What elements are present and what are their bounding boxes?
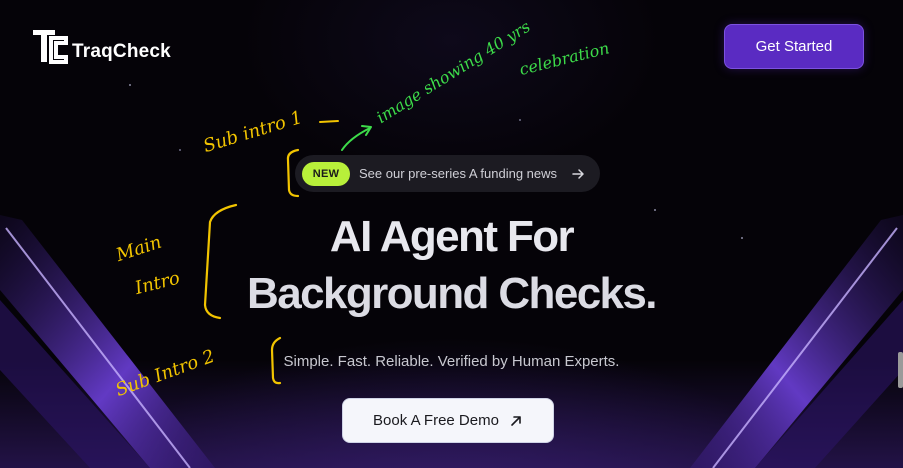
new-badge: NEW (302, 161, 350, 186)
arrow-right-icon (572, 168, 584, 179)
announcement-text: See our pre-series A funding news (359, 166, 558, 181)
brand-name: TraqCheck (72, 41, 171, 62)
traqcheck-logo-icon (33, 30, 68, 64)
book-demo-label: Book A Free Demo (373, 412, 499, 429)
scrollbar-thumb[interactable] (898, 352, 903, 388)
book-demo-button[interactable]: Book A Free Demo (342, 398, 554, 443)
hero-subtitle: Simple. Fast. Reliable. Verified by Huma… (283, 353, 620, 370)
funding-announcement-pill[interactable]: NEW See our pre-series A funding news (295, 155, 600, 192)
arrow-up-right-icon (511, 415, 521, 426)
brand-logo[interactable]: TraqCheck (30, 26, 171, 66)
hero-section: TraqCheck Get Started NEW See our pre-se… (0, 0, 903, 468)
get-started-button[interactable]: Get Started (724, 24, 864, 69)
